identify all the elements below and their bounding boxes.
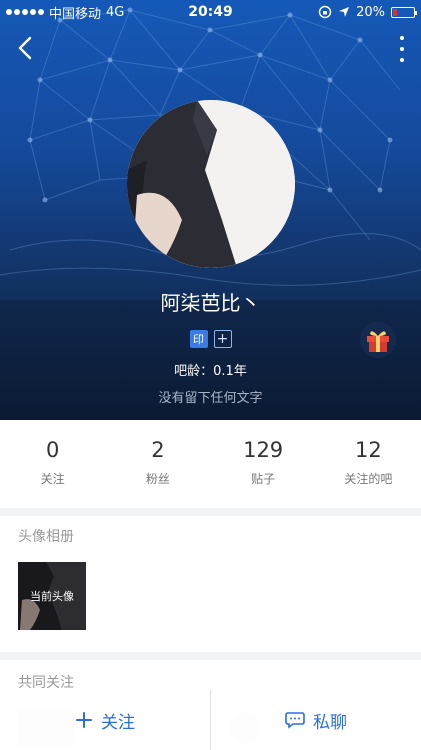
stat-label: 贴子	[251, 472, 276, 486]
back-button[interactable]	[12, 34, 40, 62]
status-bar: 中国移动 4G 20:49 20%	[0, 0, 421, 24]
stat-value: 0	[45, 438, 60, 462]
stat-value: 12	[355, 438, 382, 462]
more-options-button[interactable]	[397, 36, 407, 62]
gift-icon	[360, 322, 396, 358]
stat-following[interactable]: 0 关注	[0, 420, 105, 508]
stat-label: 关注	[40, 472, 65, 486]
avatar[interactable]	[127, 100, 295, 268]
rotation-lock-icon	[318, 5, 332, 19]
plus-icon	[76, 712, 92, 728]
location-arrow-icon	[339, 7, 350, 17]
stat-label: 粉丝	[145, 472, 170, 486]
gift-button[interactable]	[360, 322, 396, 358]
private-message-button[interactable]: 私聊	[211, 690, 421, 750]
stat-label: 关注的吧	[344, 472, 393, 486]
stats-row: 0 关注 2 粉丝 129 贴子 12 关注的吧	[0, 420, 421, 508]
carrier-name: 中国移动	[49, 6, 102, 22]
stat-value: 129	[243, 438, 284, 462]
stat-followed-bars[interactable]: 12 关注的吧	[316, 420, 421, 508]
message-label: 私聊	[313, 712, 347, 733]
common-title: 共同关注	[18, 675, 74, 691]
chevron-left-icon	[18, 36, 32, 60]
badge-row: 印 +	[0, 330, 421, 348]
battery-percent: 20%	[356, 4, 385, 20]
stat-fans[interactable]: 2 粉丝	[105, 420, 210, 508]
chat-bubble-icon	[285, 712, 305, 729]
network-type: 4G	[106, 4, 125, 20]
stat-posts[interactable]: 129 贴子	[211, 420, 316, 508]
current-avatar-label: 当前头像	[18, 562, 86, 630]
follow-label: 关注	[101, 712, 135, 733]
seal-badge[interactable]: 印	[189, 330, 208, 348]
battery-icon	[391, 6, 417, 18]
add-badge-button[interactable]: +	[213, 330, 232, 348]
bottom-action-bar: 关注 私聊	[0, 690, 421, 750]
profile-header: 中国移动 4G 20:49 20% 阿柒芭比丶 印 + 吧龄：0.1年 没有留下…	[0, 0, 421, 420]
avatar-album-section: 头像相册 当前头像	[0, 516, 421, 652]
avatar-photo	[127, 100, 295, 268]
stat-value: 2	[151, 438, 165, 462]
vertical-dots-icon	[400, 36, 404, 40]
nickname: 阿柒芭比丶	[160, 291, 261, 315]
signature: 没有留下任何文字	[158, 391, 263, 406]
album-thumbnail[interactable]: 当前头像	[18, 562, 86, 630]
bar-age: 吧龄：0.1年	[174, 364, 247, 379]
signal-strength-icon	[6, 9, 44, 15]
follow-button[interactable]: 关注	[0, 690, 210, 750]
album-title: 头像相册	[18, 529, 74, 545]
